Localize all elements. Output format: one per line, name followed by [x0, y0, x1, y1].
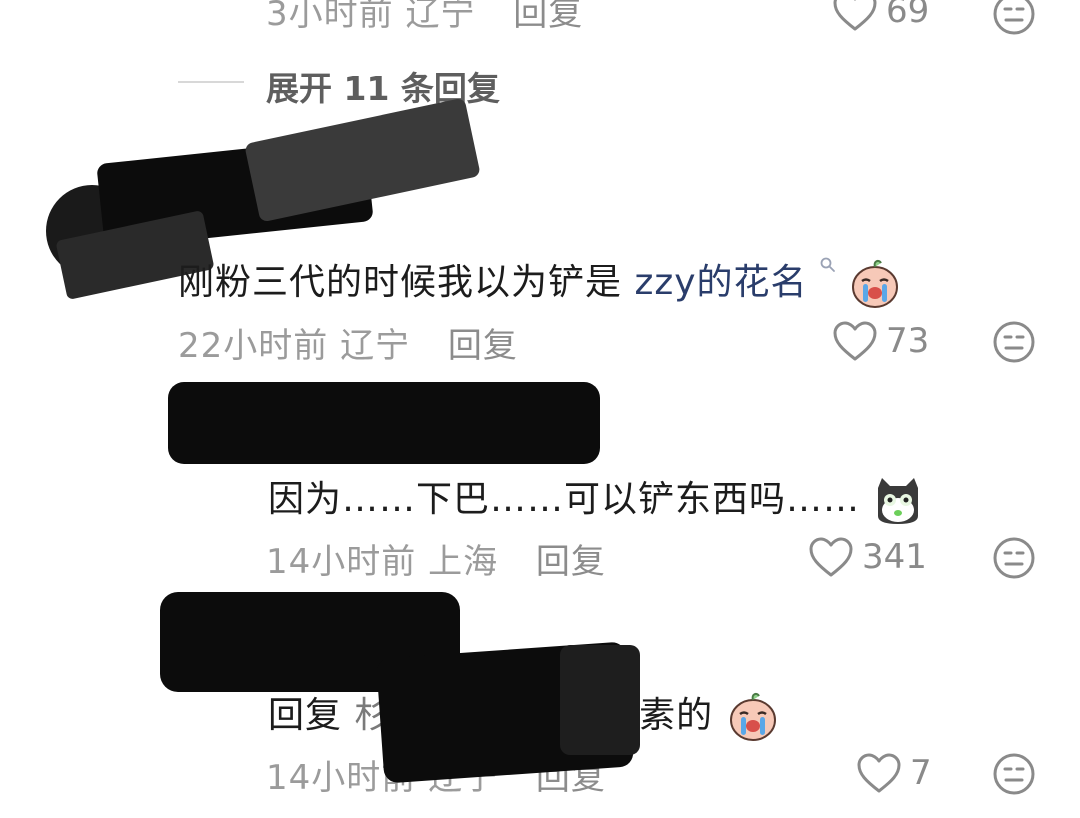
- like-count: 341: [862, 537, 927, 577]
- reply-text-content: 素的: [639, 695, 714, 736]
- like-count: 69: [886, 0, 930, 31]
- reply-text-content: 因为……下巴……可以铲东西吗……: [268, 479, 861, 520]
- like-button[interactable]: 69: [832, 0, 929, 32]
- reply-button[interactable]: 回复: [513, 0, 583, 34]
- like-count: 7: [910, 753, 932, 793]
- comment-text: 刚粉三代的时候我以为铲是 zzy的花名: [178, 253, 902, 309]
- heart-icon: [833, 321, 877, 361]
- comment-location: 辽宁: [405, 0, 476, 34]
- dislike-button[interactable]: [992, 320, 1036, 364]
- heart-icon: [809, 537, 853, 577]
- neutral-face-icon: [993, 537, 1035, 579]
- heart-icon: [833, 0, 877, 31]
- crying-face-emoji: [852, 259, 899, 308]
- neutral-face-icon: [993, 753, 1035, 795]
- search-icon[interactable]: [820, 257, 836, 273]
- comment-text-prefix: 刚粉三代的时候我以为铲是: [178, 262, 635, 303]
- redaction-username-3c: [560, 645, 640, 755]
- reply-text-tail: :素的: [626, 686, 780, 742]
- crying-face-emoji: [729, 692, 776, 741]
- reply-button[interactable]: 回复: [448, 326, 518, 366]
- comment-location: 辽宁: [340, 326, 411, 366]
- reply-location: 上海: [428, 542, 499, 582]
- comment-time: 3小时前: [266, 0, 394, 34]
- like-count: 73: [886, 321, 930, 361]
- like-button[interactable]: 73: [832, 320, 929, 362]
- reply-text: 回复 杉: [268, 686, 391, 738]
- reply-button[interactable]: 回复: [536, 542, 606, 582]
- redaction-username-2: [168, 382, 600, 464]
- dislike-button[interactable]: [992, 536, 1036, 580]
- expand-divider: [178, 81, 244, 83]
- comment-time: 22小时前: [178, 326, 329, 366]
- neutral-face-icon: [993, 321, 1035, 363]
- heart-icon: [857, 753, 901, 793]
- like-button[interactable]: 7: [856, 752, 932, 794]
- reply-text: 因为……下巴……可以铲东西吗……: [268, 470, 924, 526]
- reply-time: 14小时前: [266, 542, 417, 582]
- neutral-face-icon: [993, 0, 1035, 35]
- reply-meta: 14小时前 上海 回复: [266, 534, 606, 583]
- dislike-button[interactable]: [992, 0, 1036, 36]
- comment-meta: 22小时前 辽宁 回复: [178, 318, 518, 367]
- search-highlight-link[interactable]: zzy的花名: [634, 262, 807, 303]
- comment-meta-top: 3小时前 辽宁 回复: [266, 0, 583, 35]
- reply-prefix: 回复: [268, 695, 343, 736]
- dislike-button[interactable]: [992, 752, 1036, 796]
- cat-emoji: [878, 478, 919, 524]
- like-button[interactable]: 341: [808, 536, 927, 578]
